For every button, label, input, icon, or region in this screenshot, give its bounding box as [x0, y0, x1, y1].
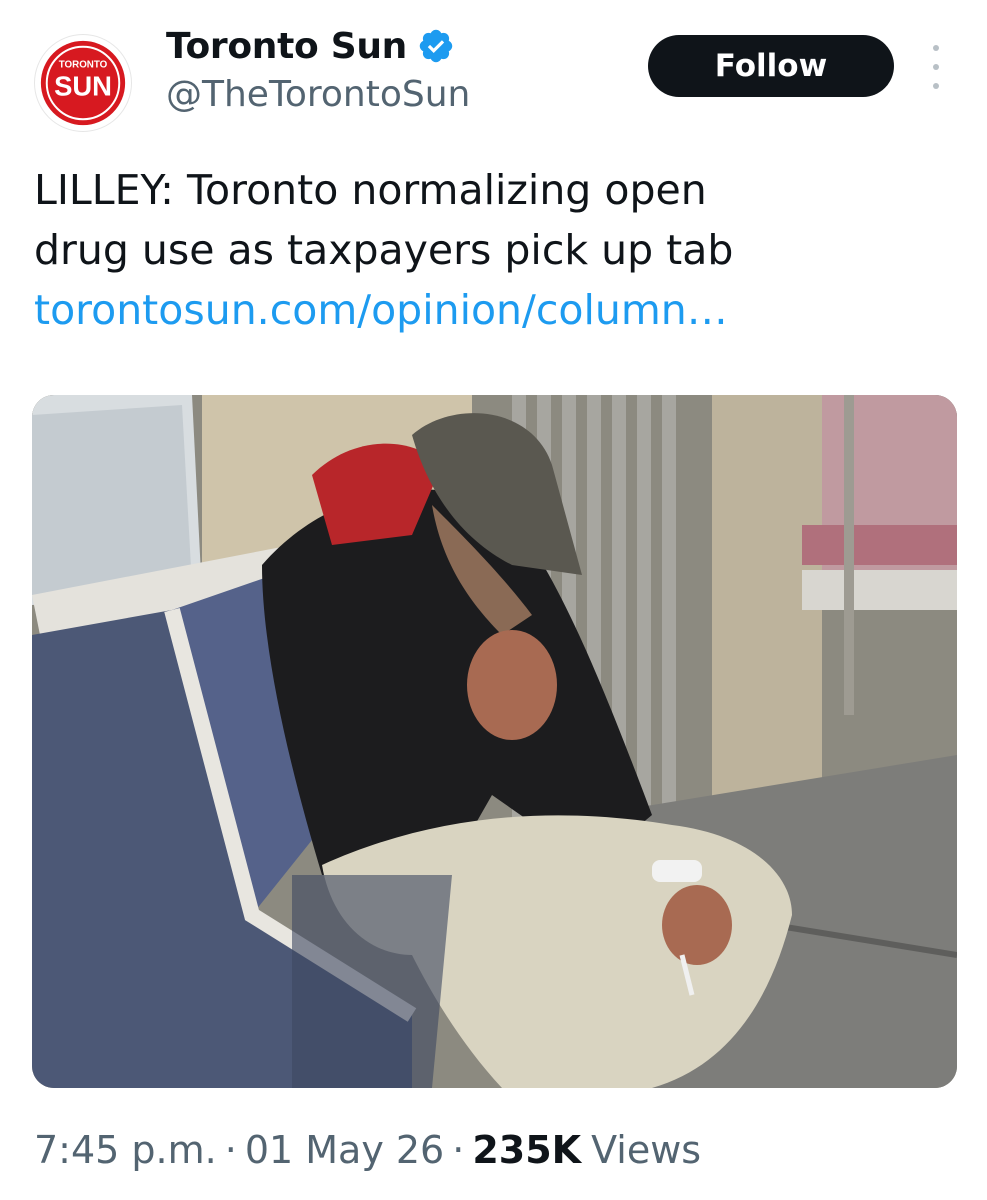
separator-dot: · — [452, 1128, 465, 1172]
logo-small-text: TORONTO — [59, 59, 108, 70]
views-label: Views — [591, 1128, 702, 1172]
photo-illustration — [32, 395, 957, 1088]
tweet-time[interactable]: 7:45 p.m. — [34, 1128, 217, 1172]
account-name-row: Toronto Sun — [166, 22, 455, 70]
more-dot — [933, 64, 939, 70]
more-dot — [933, 83, 939, 89]
tweet-text-line: drug use as taxpayers pick up tab — [34, 226, 734, 274]
tweet-photo[interactable] — [32, 395, 957, 1088]
more-dot — [933, 45, 939, 51]
display-name[interactable]: Toronto Sun — [166, 26, 407, 67]
tweet-text: LILLEY: Toronto normalizing open drug us… — [34, 160, 934, 340]
avatar[interactable]: TORONTO SUN — [34, 34, 132, 132]
verified-badge-icon[interactable] — [417, 27, 455, 65]
views-count: 235K — [472, 1128, 582, 1172]
tweet-link[interactable]: torontosun.com/opinion/column… — [34, 286, 728, 334]
follow-button[interactable]: Follow — [648, 35, 894, 97]
tweet-meta: 7:45 p.m. · 01 May 26 · 235K Views — [34, 1128, 701, 1172]
logo-big-text: SUN — [54, 71, 112, 102]
tweet-date[interactable]: 01 May 26 — [245, 1128, 444, 1172]
tweet-text-line: LILLEY: Toronto normalizing open — [34, 166, 707, 214]
separator-dot: · — [224, 1128, 237, 1172]
more-options-icon[interactable] — [924, 45, 948, 89]
toronto-sun-logo: TORONTO SUN — [40, 40, 126, 126]
account-handle[interactable]: @TheTorontoSun — [166, 74, 470, 115]
